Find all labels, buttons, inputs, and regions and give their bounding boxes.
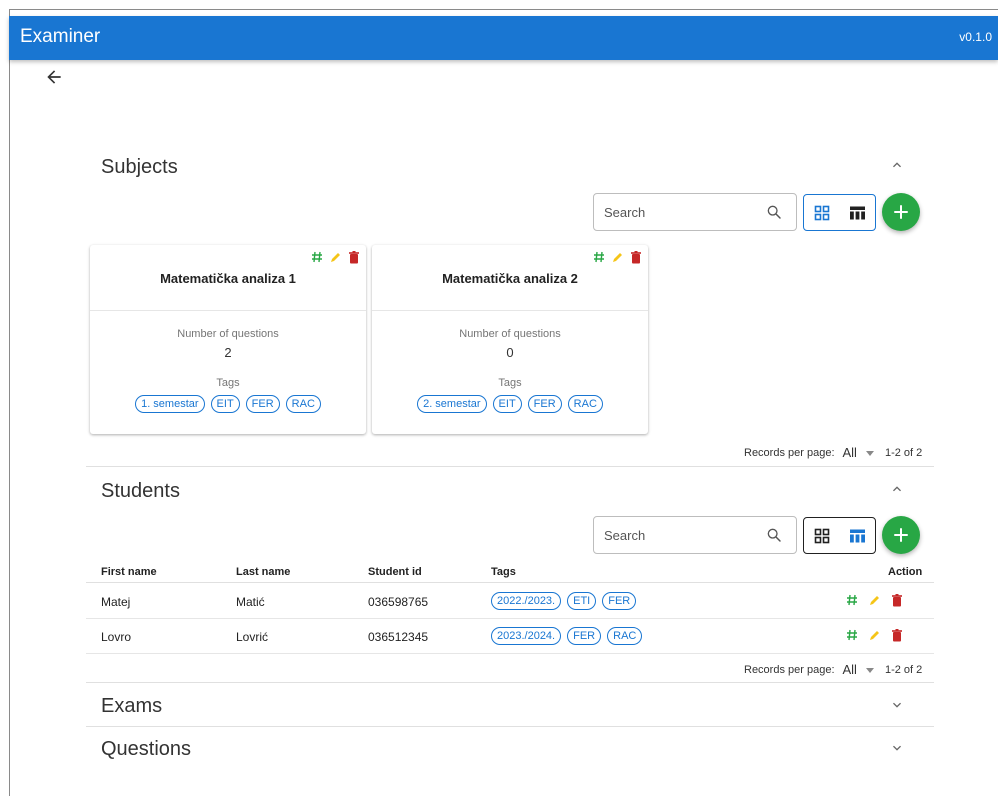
subjects-view-toggle bbox=[803, 194, 876, 231]
section-divider bbox=[86, 682, 934, 683]
tag-list: 2022./2023. ETI FER bbox=[491, 592, 637, 610]
tag-chip[interactable]: RAC bbox=[607, 627, 643, 645]
tag-chip[interactable]: EIT bbox=[492, 395, 522, 413]
hash-icon[interactable] bbox=[311, 251, 323, 264]
records-per-page-label: Records per page: bbox=[744, 446, 835, 459]
hash-icon[interactable] bbox=[593, 251, 605, 264]
last-name-cell: Lovrić bbox=[236, 630, 269, 644]
trash-icon[interactable] bbox=[891, 629, 903, 642]
tag-chip[interactable]: RAC bbox=[567, 395, 603, 413]
tag-list: 2. semestar EIT FER RAC bbox=[372, 395, 648, 413]
pencil-icon[interactable] bbox=[329, 251, 342, 264]
section-divider bbox=[86, 726, 934, 727]
tag-chip[interactable]: FER bbox=[527, 395, 562, 413]
students-pager: Records per page: All 1-2 of 2 bbox=[744, 662, 922, 677]
column-header-first-name[interactable]: First name bbox=[101, 566, 157, 578]
chevron-down-icon[interactable] bbox=[889, 697, 905, 713]
tags-label: Tags bbox=[216, 377, 240, 389]
questions-title[interactable]: Questions bbox=[101, 738, 191, 761]
trash-icon[interactable] bbox=[348, 251, 360, 264]
subjects-search-input[interactable] bbox=[604, 203, 754, 221]
last-name-cell: Matić bbox=[236, 595, 265, 609]
card-divider bbox=[372, 310, 648, 311]
search-icon[interactable] bbox=[766, 527, 782, 543]
questions-label: Number of questions bbox=[459, 328, 561, 340]
chevron-down-icon[interactable] bbox=[889, 740, 905, 756]
student-id-cell: 036512345 bbox=[368, 630, 429, 644]
student-id-cell: 036598765 bbox=[368, 595, 429, 609]
search-icon[interactable] bbox=[766, 204, 782, 220]
table-header-divider bbox=[86, 582, 934, 583]
subject-name: Matematička analiza 1 bbox=[160, 271, 296, 286]
grid-view-icon[interactable] bbox=[804, 518, 840, 553]
pencil-icon[interactable] bbox=[868, 594, 881, 607]
plus-icon bbox=[894, 205, 908, 219]
card-divider bbox=[90, 310, 366, 311]
questions-count: 2 bbox=[224, 345, 232, 360]
tag-chip[interactable]: ETI bbox=[567, 592, 597, 610]
record-count: 1-2 of 2 bbox=[884, 446, 923, 459]
tag-chip[interactable]: 2022./2023. bbox=[491, 592, 562, 610]
tag-list: 1. semestar EIT FER RAC bbox=[90, 395, 366, 413]
app-bar: Examiner v0.1.0 bbox=[9, 16, 998, 60]
tag-chip[interactable]: FER bbox=[245, 395, 280, 413]
records-per-page-label: Records per page: bbox=[744, 663, 835, 676]
grid-view-icon[interactable] bbox=[804, 195, 840, 230]
tag-chip[interactable]: 2. semestar bbox=[417, 395, 487, 413]
plus-icon bbox=[894, 528, 908, 542]
first-name-cell: Matej bbox=[101, 595, 131, 609]
subject-card[interactable]: Matematička analiza 1 Number of question… bbox=[90, 245, 366, 434]
add-subject-button[interactable] bbox=[882, 193, 920, 231]
first-name-cell: Lovro bbox=[101, 630, 132, 644]
arrow-left-icon[interactable] bbox=[44, 67, 64, 87]
tags-label: Tags bbox=[498, 377, 522, 389]
pencil-icon[interactable] bbox=[611, 251, 624, 264]
column-header-tags[interactable]: Tags bbox=[491, 566, 516, 578]
questions-count: 0 bbox=[506, 345, 514, 360]
chevron-up-icon[interactable] bbox=[889, 481, 905, 497]
table-view-icon[interactable] bbox=[840, 195, 876, 230]
tag-chip[interactable]: 2023./2024. bbox=[491, 627, 562, 645]
records-per-page-select[interactable]: All bbox=[843, 662, 857, 677]
subjects-search bbox=[593, 193, 797, 231]
subject-name: Matematička analiza 2 bbox=[442, 271, 578, 286]
tag-chip[interactable]: EIT bbox=[210, 395, 240, 413]
table-view-icon[interactable] bbox=[840, 518, 876, 553]
trash-icon[interactable] bbox=[630, 251, 642, 264]
hash-icon[interactable] bbox=[846, 629, 858, 642]
subjects-title: Subjects bbox=[101, 156, 178, 178]
records-per-page-select[interactable]: All bbox=[843, 445, 857, 460]
hash-icon[interactable] bbox=[846, 594, 858, 607]
pencil-icon[interactable] bbox=[868, 629, 881, 642]
column-header-action: Action bbox=[888, 566, 923, 578]
questions-label: Number of questions bbox=[177, 328, 279, 340]
tag-chip[interactable]: FER bbox=[602, 592, 637, 610]
students-search-input[interactable] bbox=[604, 526, 754, 544]
tag-list: 2023./2024. FER RAC bbox=[491, 627, 643, 645]
chevron-up-icon[interactable] bbox=[889, 157, 905, 173]
caret-down-icon[interactable] bbox=[865, 448, 875, 458]
exams-title[interactable]: Exams bbox=[101, 695, 162, 718]
column-header-last-name[interactable]: Last name bbox=[236, 566, 290, 578]
students-title: Students bbox=[101, 480, 180, 502]
subjects-pager: Records per page: All 1-2 of 2 bbox=[744, 445, 922, 460]
students-view-toggle bbox=[803, 517, 876, 554]
tag-chip[interactable]: 1. semestar bbox=[135, 395, 205, 413]
app-title: Examiner bbox=[20, 26, 101, 47]
students-search bbox=[593, 516, 797, 554]
section-divider bbox=[86, 466, 934, 467]
tag-chip[interactable]: FER bbox=[567, 627, 602, 645]
add-student-button[interactable] bbox=[882, 516, 920, 554]
caret-down-icon[interactable] bbox=[865, 665, 875, 675]
table-row[interactable]: Matej Matić 036598765 2022./2023. ETI FE… bbox=[86, 584, 934, 619]
app-version: v0.1.0 bbox=[959, 30, 992, 44]
tag-chip[interactable]: RAC bbox=[285, 395, 321, 413]
record-count: 1-2 of 2 bbox=[884, 663, 923, 676]
column-header-student-id[interactable]: Student id bbox=[368, 566, 422, 578]
trash-icon[interactable] bbox=[891, 594, 903, 607]
subject-card[interactable]: Matematička analiza 2 Number of question… bbox=[372, 245, 648, 434]
table-row[interactable]: Lovro Lovrić 036512345 2023./2024. FER R… bbox=[86, 619, 934, 654]
